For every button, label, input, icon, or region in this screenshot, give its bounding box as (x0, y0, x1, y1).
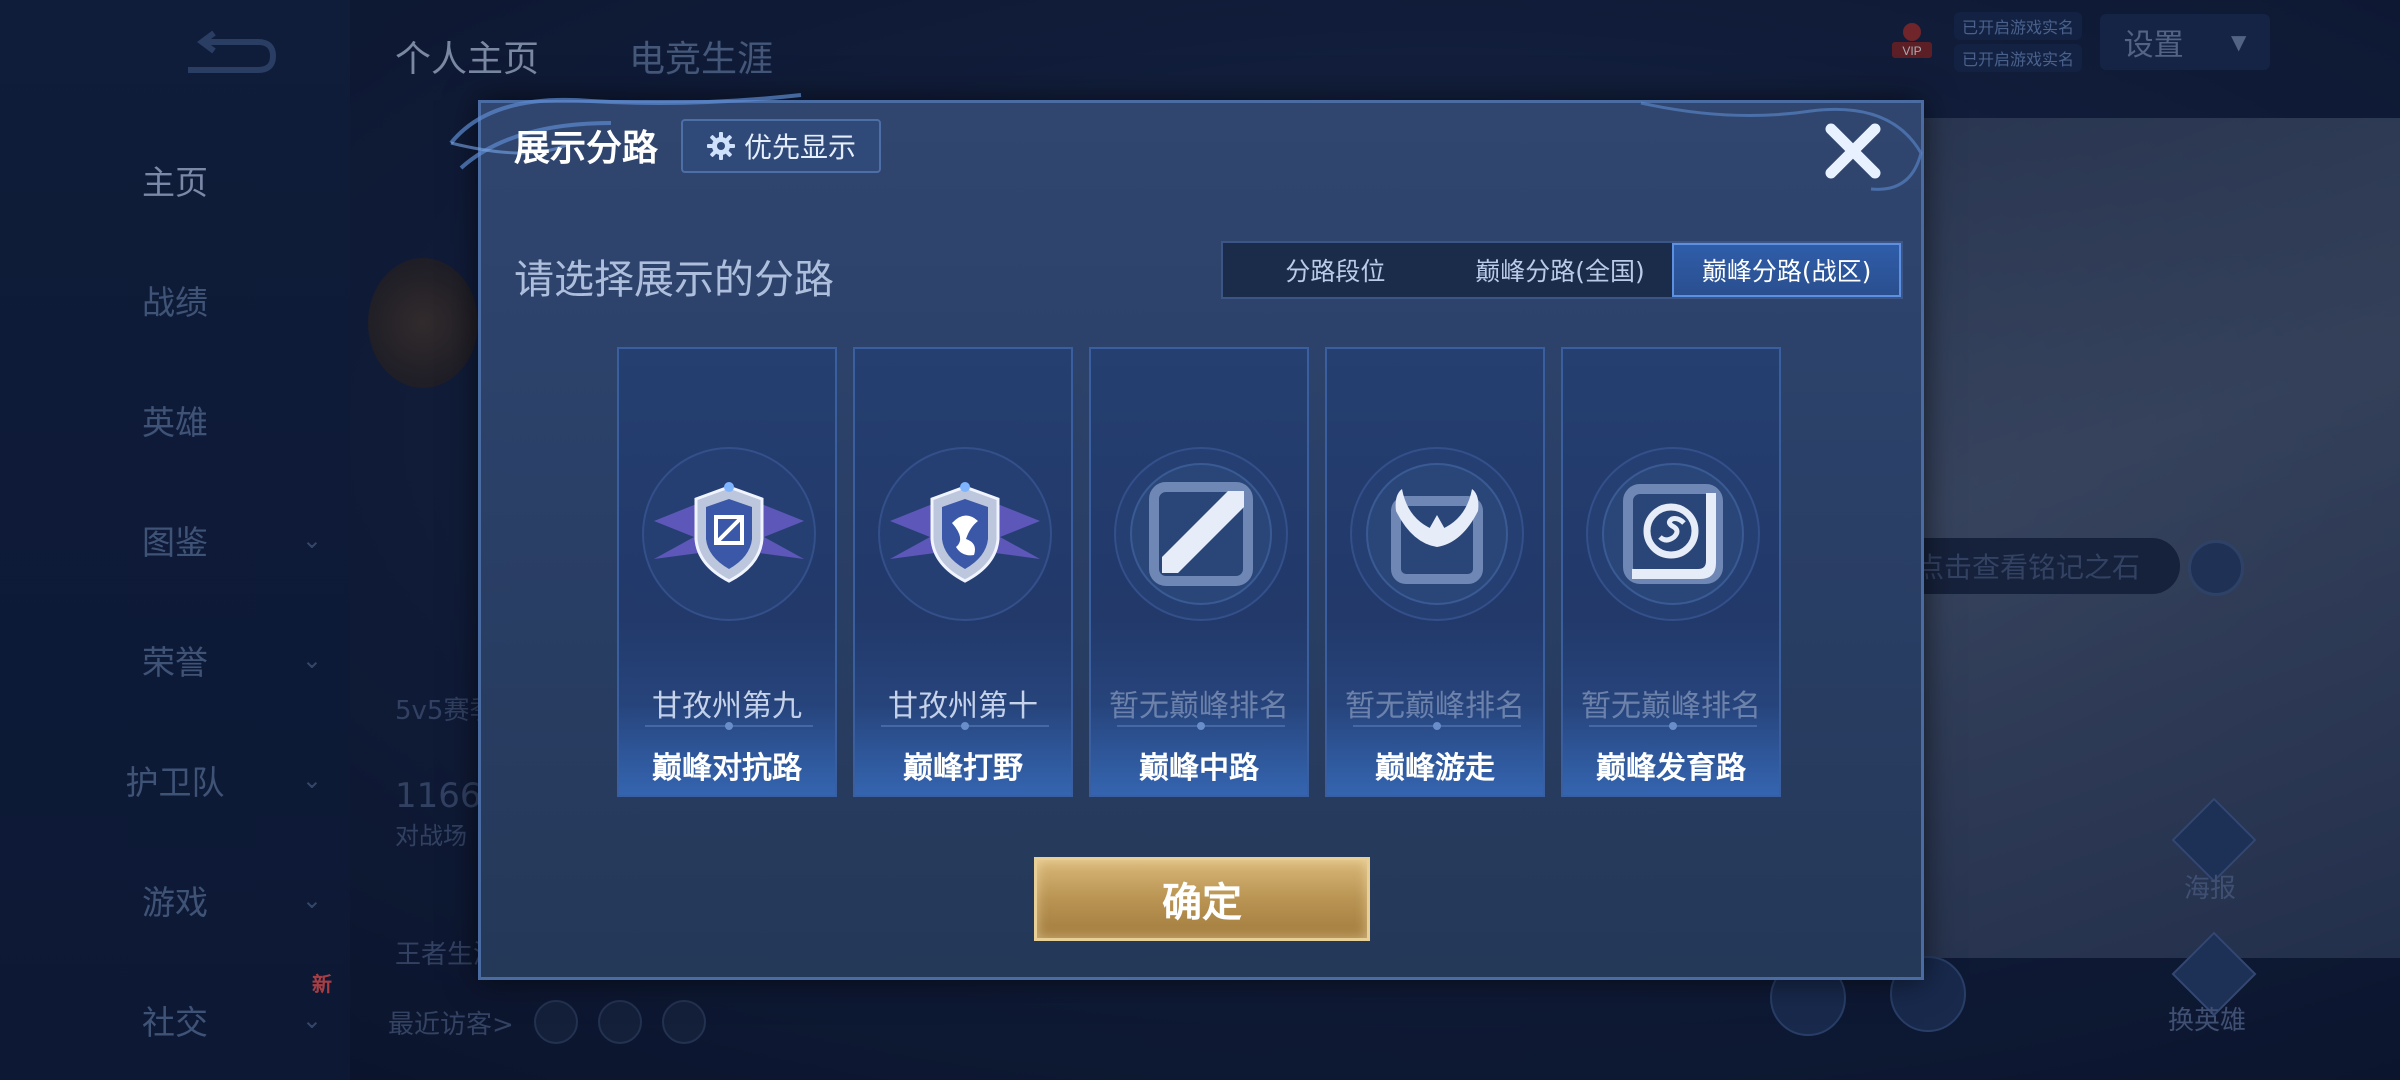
tab-peak-national[interactable]: 巅峰分路(全国) (1448, 243, 1673, 297)
lane-label: 巅峰打野 (903, 751, 1023, 786)
lane-type-tabs: 分路段位 巅峰分路(全国) 巅峰分路(战区) (1221, 241, 1903, 299)
mid-lane-icon (1114, 447, 1288, 621)
priority-label: 优先显示 (743, 131, 856, 164)
lane-label: 巅峰对抗路 (652, 751, 802, 786)
rank-label: 甘孜州第九 (652, 689, 802, 724)
rank-label: 暂无巅峰排名 (1345, 689, 1525, 724)
confirm-button[interactable]: 确定 (1034, 857, 1370, 941)
lane-display-dialog: 展示分路 优先显示 请选择展示的分路 分路段位 巅峰分路(全国) 巅峰分路(战区… (449, 93, 1924, 980)
jungle-emblem-icon (878, 447, 1052, 621)
divider (1353, 722, 1521, 730)
rank-label: 暂无巅峰排名 (1109, 689, 1289, 724)
divider (1117, 722, 1285, 730)
divider (1589, 722, 1757, 730)
tab-peak-region[interactable]: 巅峰分路(战区) (1672, 243, 1902, 297)
divider (645, 722, 813, 730)
divider (881, 722, 1049, 730)
lane-card-mid[interactable]: 暂无巅峰排名 巅峰中路 (1089, 347, 1309, 797)
confirm-label: 确定 (1162, 880, 1242, 926)
gear-icon (706, 132, 735, 160)
close-icon[interactable] (1817, 115, 1889, 187)
lane-label: 巅峰发育路 (1596, 751, 1746, 786)
lane-label: 巅峰游走 (1375, 751, 1495, 786)
rank-label: 暂无巅峰排名 (1581, 689, 1761, 724)
lane-card-clash[interactable]: 甘孜州第九 巅峰对抗路 (617, 347, 837, 797)
lane-card-roam[interactable]: 暂无巅峰排名 巅峰游走 (1325, 347, 1545, 797)
farm-lane-icon (1586, 447, 1760, 621)
dialog-title: 展示分路 (514, 128, 659, 169)
tab-lane-rank[interactable]: 分路段位 (1223, 243, 1448, 297)
roam-icon (1350, 447, 1524, 621)
dialog-subtitle: 请选择展示的分路 (514, 257, 834, 303)
game-screen: 主页 战绩 英雄 图鉴 ⌄ 荣誉 ⌄ 护卫队 ⌄ 游戏 ⌄ 社交 ⌄ 新 个人主页 电竞生… (0, 0, 2400, 1080)
lane-card-farm[interactable]: 暂无巅峰排名 巅峰发育路 (1561, 347, 1781, 797)
priority-display-button[interactable]: 优先显示 (681, 119, 881, 173)
lane-card-jungle[interactable]: 甘孜州第十 巅峰打野 (853, 347, 1073, 797)
lane-cards: 甘孜州第九 巅峰对抗路 甘孜州第十 巅峰打野 暂无巅峰排名 巅峰中路 暂无巅峰排… (617, 347, 1781, 797)
rank-label: 甘孜州第十 (888, 689, 1038, 724)
clash-lane-emblem-icon (642, 447, 816, 621)
lane-label: 巅峰中路 (1139, 751, 1259, 786)
